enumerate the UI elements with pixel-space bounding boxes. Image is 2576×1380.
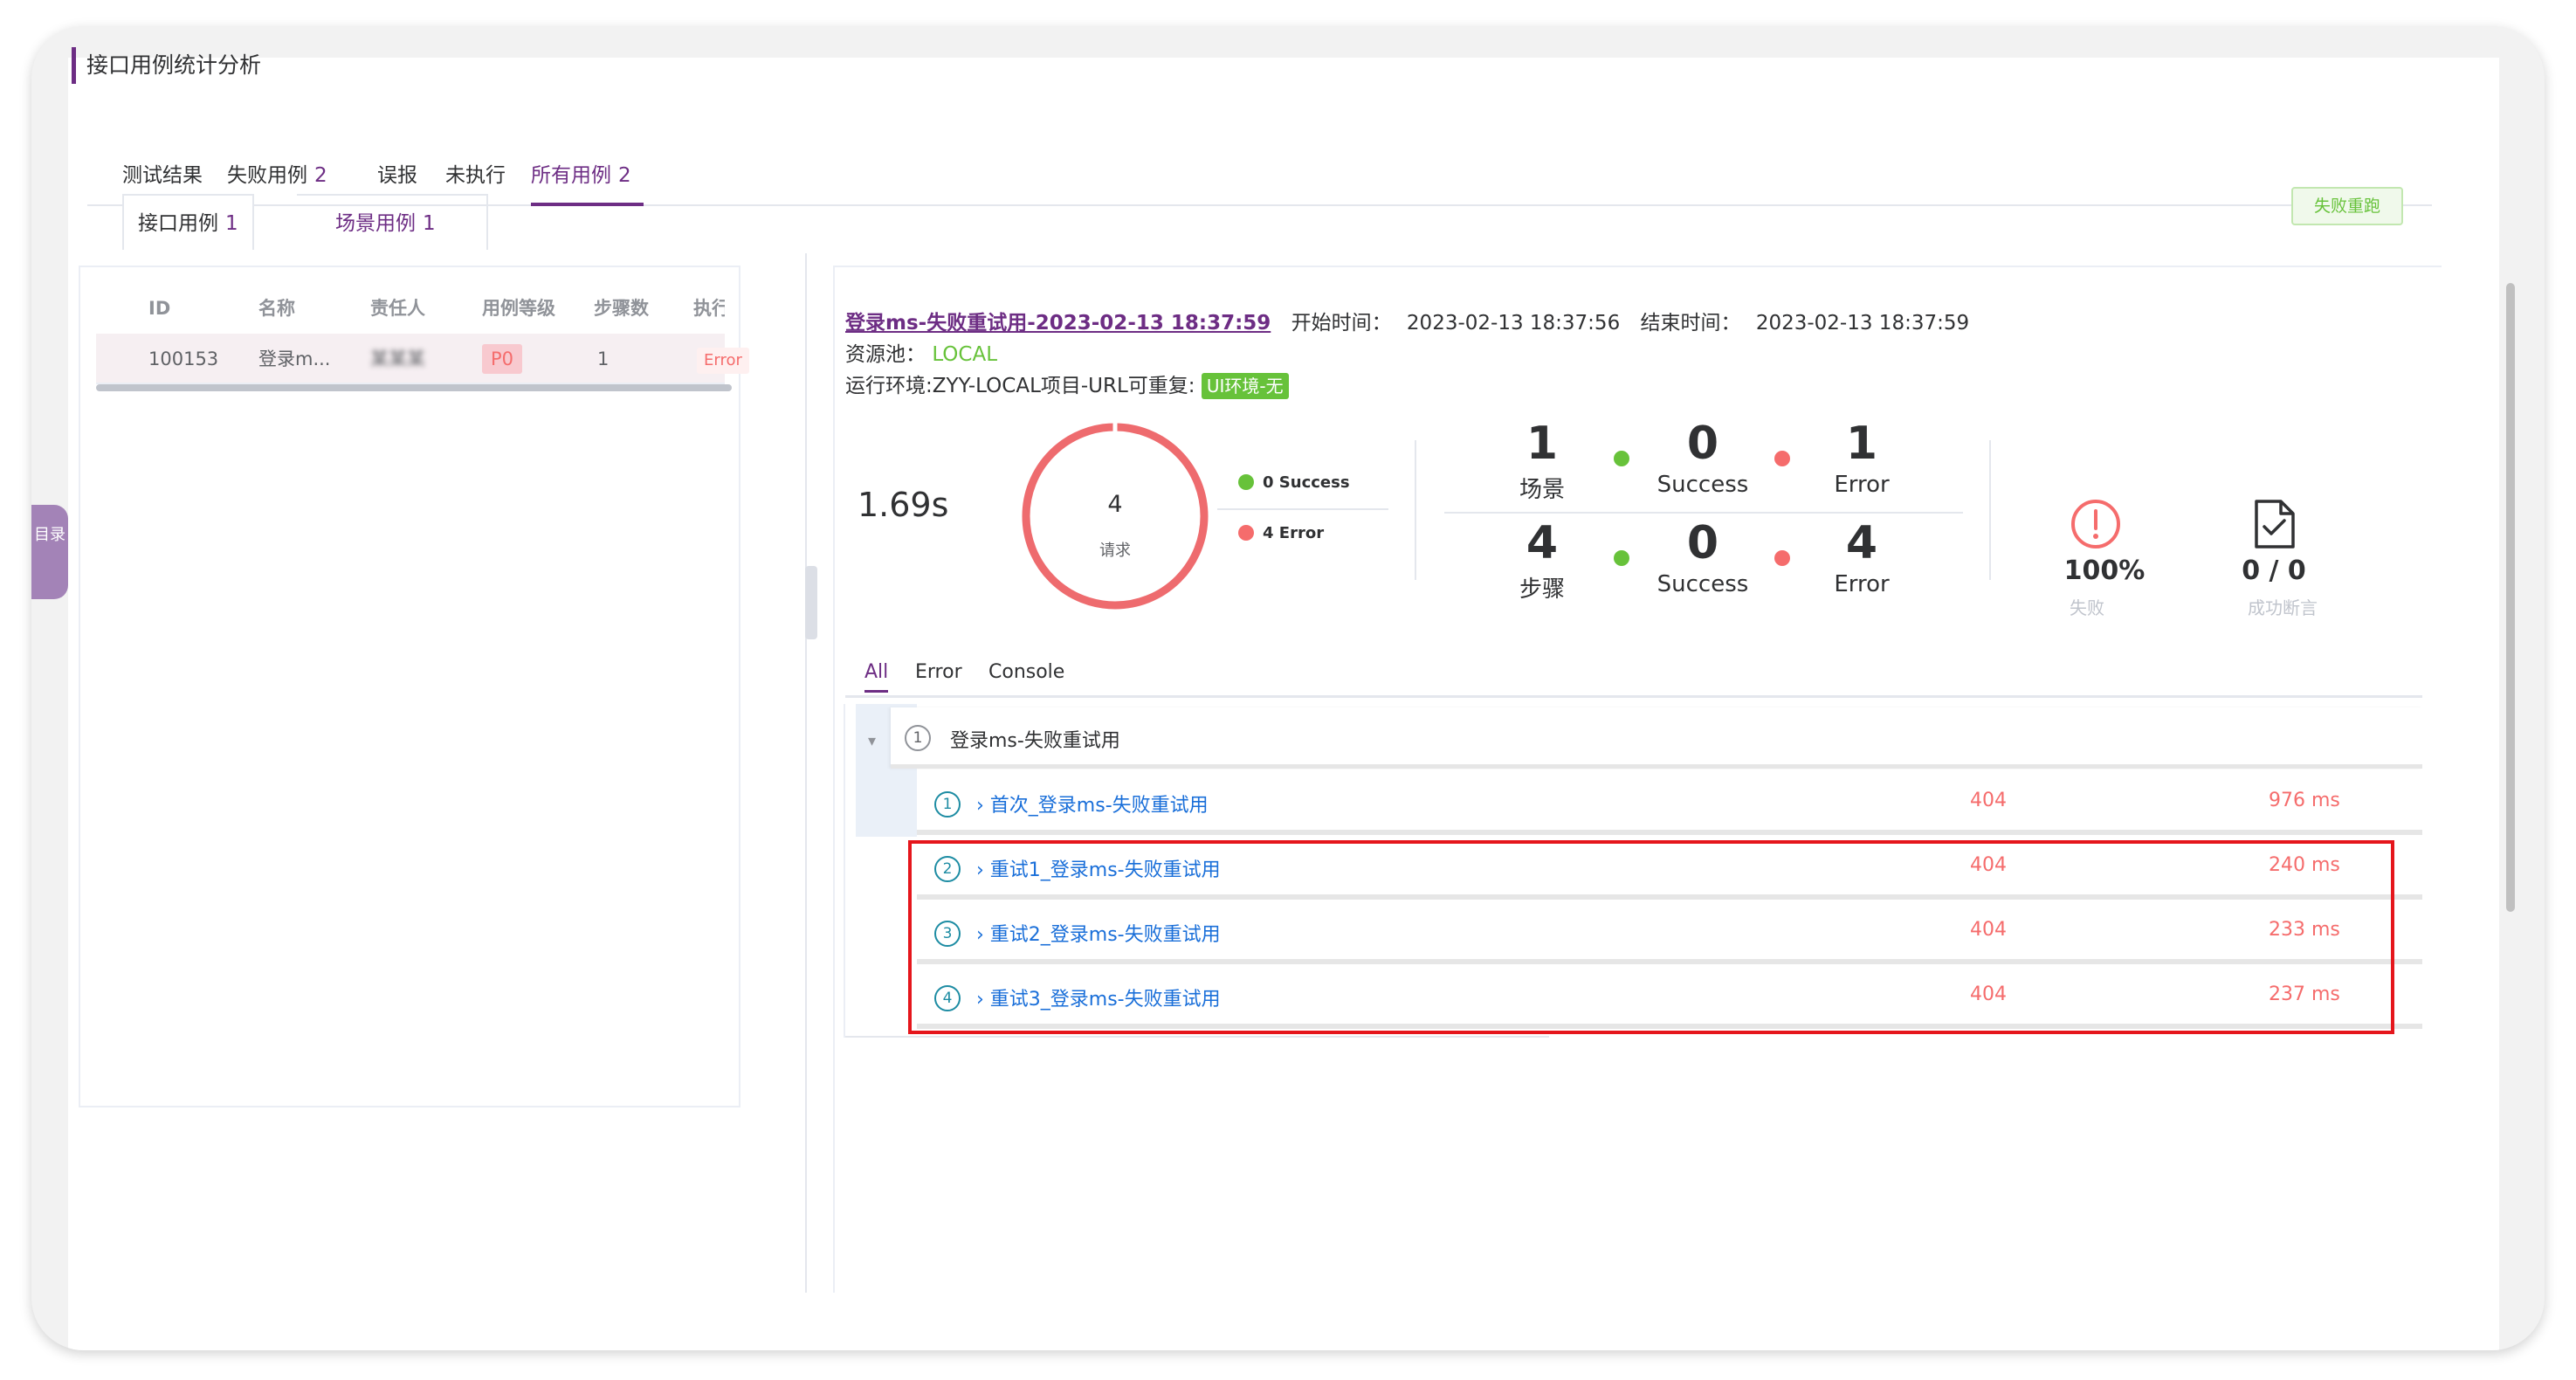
legend-success: 0 Success <box>1238 473 1350 492</box>
scenario-success-label: Success <box>1656 472 1749 498</box>
tree-scenario-row[interactable] <box>891 707 2422 769</box>
header-level: 用例等级 <box>482 298 555 319</box>
error-dot-icon <box>1238 525 1254 541</box>
assertion-label: 成功断言 <box>2248 597 2318 618</box>
environment-line: 运行环境:ZYY-LOCAL项目-URL可重复: UI环境-无 <box>845 369 1289 399</box>
ring-request-label: 请求 <box>1099 542 1131 560</box>
legend-divider <box>1217 508 1388 510</box>
request-name-link[interactable]: › 首次_登录ms-失败重试用 <box>976 790 1209 818</box>
start-time-label: 开始时间： <box>1291 312 1392 335</box>
tab-scenario-cases[interactable]: 场景用例 1 <box>297 194 488 250</box>
document-check-icon <box>2255 500 2295 549</box>
step-total: 4 <box>1526 517 1559 569</box>
cell-name: 登录m... <box>258 348 331 369</box>
rerun-failed-button[interactable]: 失败重跑 <box>2291 187 2403 225</box>
warning-circle-icon <box>2071 500 2120 549</box>
tab-console[interactable]: Console <box>988 655 1064 690</box>
error-dot-icon <box>1774 451 1790 466</box>
request-index-badge: 1 <box>934 791 961 818</box>
legend-error: 4 Error <box>1238 524 1324 542</box>
step-success: 0 <box>1686 517 1719 569</box>
scenario-error-label: Error <box>1834 472 1890 498</box>
table-header: ID 名称 责任人 用例等级 步骤数 执行结果 <box>96 283 725 334</box>
case-table: ID 名称 责任人 用例等级 步骤数 执行结果 100153 登录m... 某某… <box>96 283 749 384</box>
fail-rate: 100% <box>2063 555 2146 586</box>
pool-value: LOCAL <box>932 343 998 366</box>
result-tabs-divider <box>845 695 2422 698</box>
cell-owner: 某某某 <box>370 348 425 369</box>
request-status-code: 404 <box>1970 790 2007 811</box>
scenario-report-link[interactable]: 登录ms-失败重试用-2023-02-13 18:37:59 <box>845 312 1271 335</box>
cell-level: P0 <box>482 334 523 384</box>
pool-label: 资源池： <box>845 343 926 366</box>
pane-splitter-handle[interactable] <box>805 566 817 639</box>
fail-rate-label: 失败 <box>2070 597 2104 618</box>
report-header-line: 登录ms-失败重试用-2023-02-13 18:37:59 开始时间： 202… <box>845 306 1969 335</box>
step-error: 4 <box>1845 517 1878 569</box>
env-label: 运行环境:ZYY-LOCAL项目-URL可重复: <box>845 375 1195 397</box>
stats-row-divider <box>1444 512 1963 514</box>
step-label: 步骤 <box>1519 576 1565 603</box>
error-dot-icon <box>1774 550 1790 566</box>
page-title: 接口用例统计分析 <box>72 47 261 84</box>
env-tag: UI环境-无 <box>1201 373 1289 399</box>
red-highlight-box <box>908 840 2394 1034</box>
tab-error[interactable]: Error <box>915 655 962 690</box>
stats-divider-left <box>1415 440 1416 580</box>
side-directory-tab[interactable]: 目录 <box>31 505 68 599</box>
tab-api-cases[interactable]: 接口用例 1 <box>122 194 254 250</box>
scenario-label: 场景 <box>1519 477 1565 503</box>
success-dot-icon <box>1238 474 1254 490</box>
caret-down-icon[interactable]: ▾ <box>868 732 876 750</box>
scenario-error: 1 <box>1845 417 1878 470</box>
success-dot-icon <box>1614 550 1629 566</box>
step-error-label: Error <box>1834 571 1890 597</box>
cell-result: Error <box>697 334 749 384</box>
header-owner: 责任人 <box>370 298 425 319</box>
request-duration: 976 ms <box>2269 790 2340 811</box>
total-duration: 1.69s <box>858 486 949 524</box>
tree-bottom-border <box>845 1036 1549 1038</box>
header-result: 执行结果 <box>693 298 725 319</box>
scenario-total: 1 <box>1526 417 1559 470</box>
success-dot-icon <box>1614 451 1629 466</box>
step-success-label: Success <box>1656 571 1749 597</box>
scenario-index-badge: 1 <box>905 725 931 751</box>
tab-all-cases[interactable]: 所有用例 2 <box>531 145 644 206</box>
case-table-card <box>79 266 740 1107</box>
tab-all[interactable]: All <box>864 655 889 693</box>
vertical-scrollbar[interactable] <box>2506 283 2515 912</box>
assertion-value: 0 / 0 <box>2242 555 2306 586</box>
header-name: 名称 <box>258 298 295 319</box>
tree-border <box>844 704 845 1038</box>
start-time: 2023-02-13 18:37:56 <box>1406 312 1621 335</box>
level-badge: P0 <box>482 344 523 374</box>
end-time: 2023-02-13 18:37:59 <box>1755 312 1970 335</box>
table-row[interactable]: 100153 登录m... 某某某 P0 1 Error <box>96 334 749 384</box>
ring-request-count: 4 <box>1107 491 1123 518</box>
header-steps: 步骤数 <box>594 298 649 319</box>
header-id: ID <box>148 298 171 319</box>
resource-pool-line: 资源池： LOCAL <box>845 337 997 367</box>
scenario-success: 0 <box>1686 417 1719 470</box>
end-time-label: 结束时间： <box>1640 312 1741 335</box>
table-horizontal-scrollbar[interactable] <box>96 384 732 391</box>
result-badge: Error <box>697 348 749 374</box>
cell-steps: 1 <box>597 348 610 369</box>
stats-divider-right <box>1989 440 1991 580</box>
cell-id: 100153 <box>148 348 219 369</box>
scenario-name: 登录ms-失败重试用 <box>950 730 1120 752</box>
